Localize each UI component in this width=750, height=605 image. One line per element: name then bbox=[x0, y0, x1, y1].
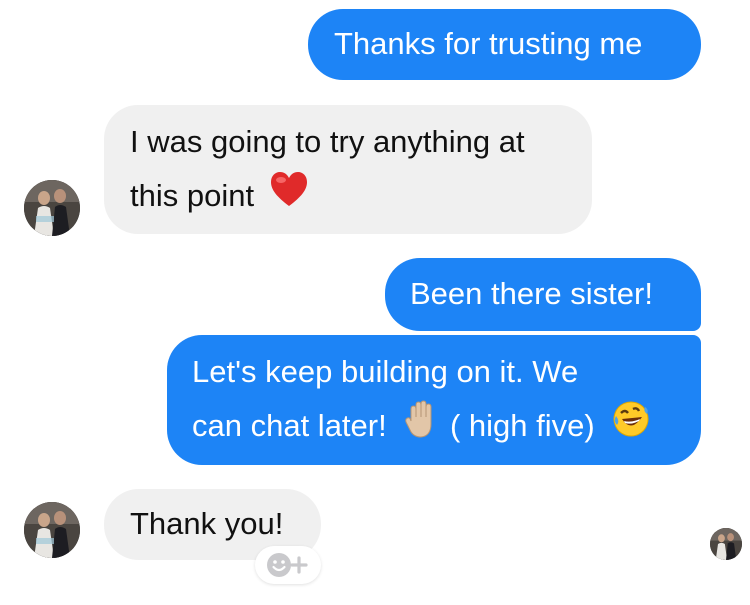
outgoing-message-bubble[interactable]: Been there sister! bbox=[385, 258, 701, 331]
read-receipt-photo bbox=[710, 528, 742, 560]
incoming-message-bubble[interactable]: I was going to try anything at this poin… bbox=[104, 105, 592, 234]
message-text-line: I was going to try anything at bbox=[130, 124, 525, 159]
contact-photo bbox=[24, 180, 80, 236]
message-text: this point bbox=[130, 178, 255, 213]
outgoing-message-bubble[interactable]: Thanks for trusting me bbox=[308, 9, 701, 80]
message-text: Been there sister! bbox=[410, 276, 653, 311]
message-text-line: Let's keep building on it. We bbox=[192, 354, 579, 389]
add-reaction-icon bbox=[267, 553, 308, 577]
contact-avatar[interactable] bbox=[24, 502, 80, 558]
rolling-on-floor-laughing-icon bbox=[611, 399, 651, 456]
contact-avatar[interactable] bbox=[24, 180, 80, 236]
raised-hand-icon bbox=[403, 399, 441, 456]
add-reaction-button[interactable] bbox=[255, 546, 321, 584]
message-text-line-2: can chat later! ( high five) bbox=[192, 399, 676, 456]
red-heart-icon bbox=[269, 170, 309, 225]
outgoing-message-bubble[interactable]: Let's keep building on it. We can chat l… bbox=[167, 335, 701, 465]
message-text-line-2: this point bbox=[130, 169, 570, 225]
contact-photo bbox=[24, 502, 80, 558]
message-text: ( high five) bbox=[449, 408, 595, 443]
message-text: can chat later! bbox=[192, 408, 387, 443]
message-text: Thank you! bbox=[130, 506, 284, 541]
read-receipt-avatar bbox=[710, 528, 742, 560]
message-text: Thanks for trusting me bbox=[334, 26, 643, 61]
